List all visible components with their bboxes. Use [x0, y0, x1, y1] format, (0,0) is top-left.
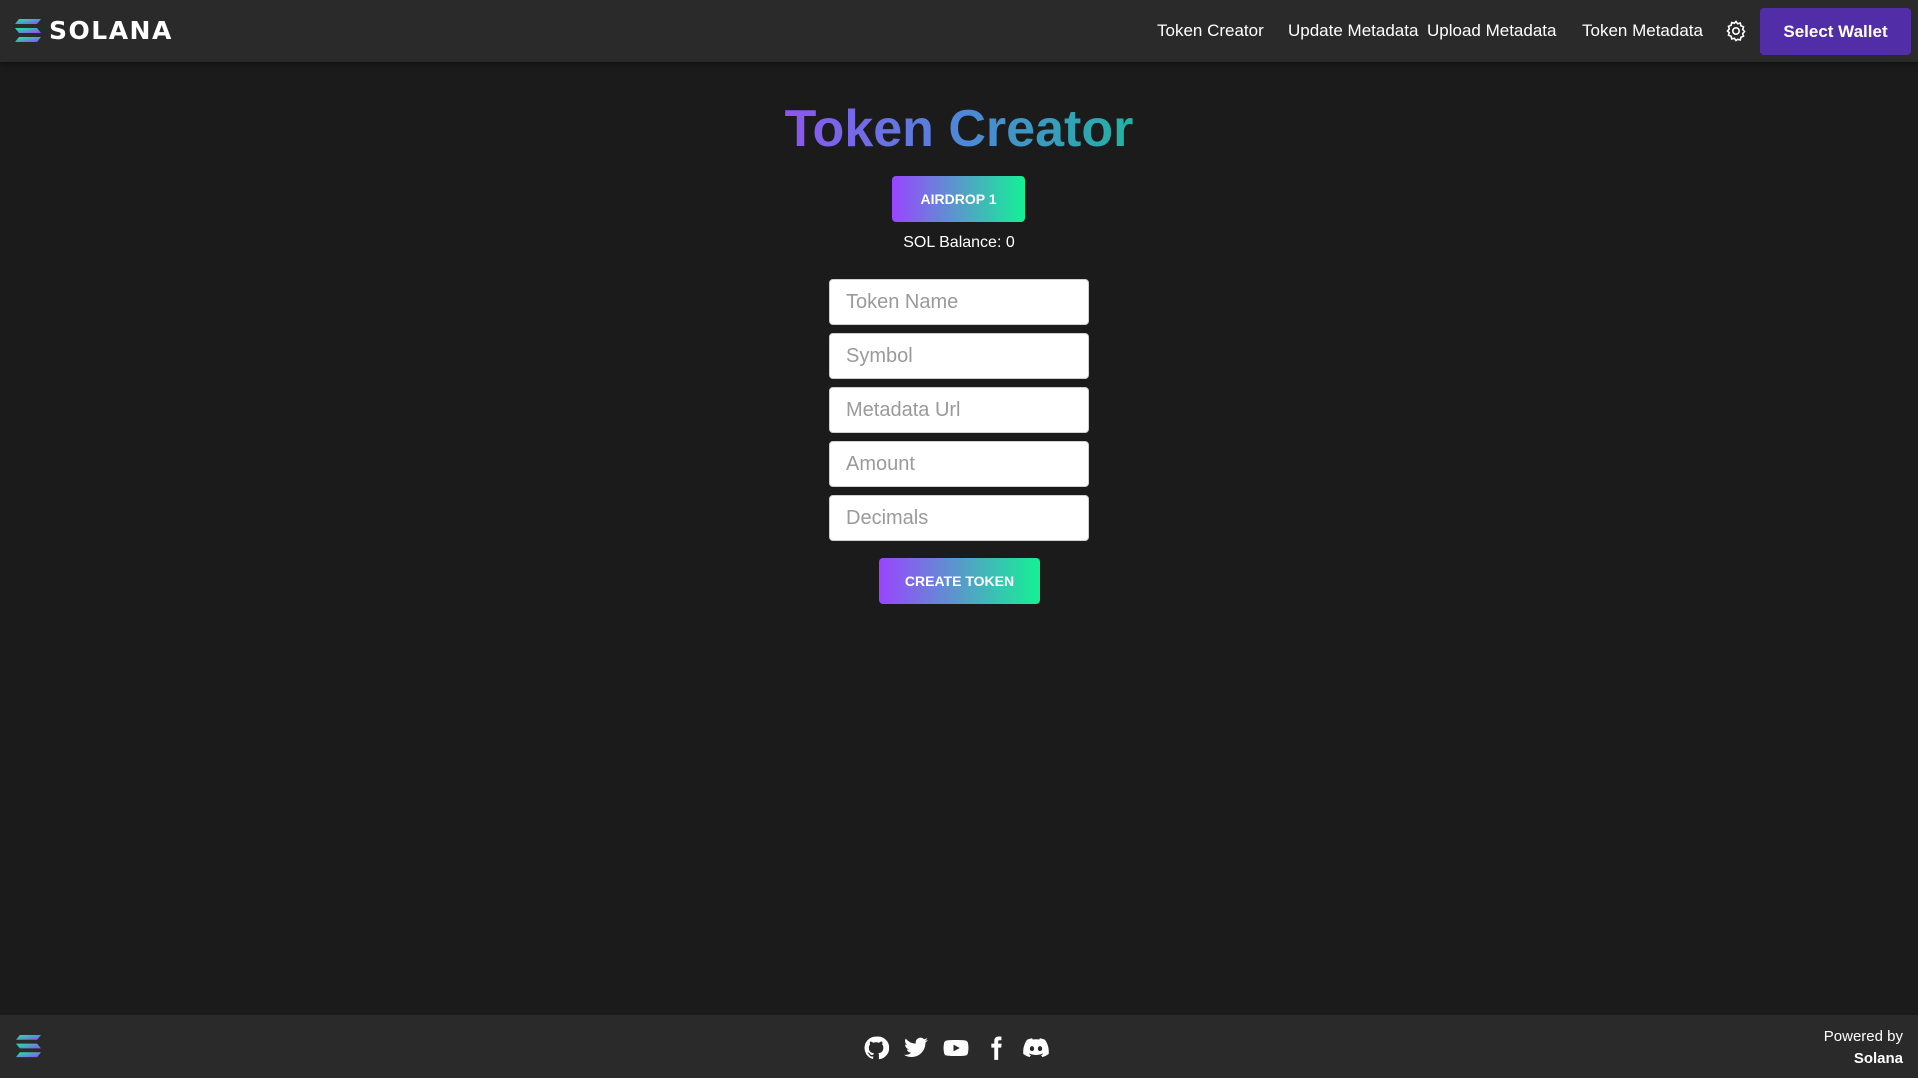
nav-link-token-creator[interactable]: Token Creator: [1157, 21, 1264, 41]
solana-logo-icon: [15, 18, 41, 42]
airdrop-button[interactable]: AIRDROP 1: [892, 176, 1025, 222]
decimals-input[interactable]: [829, 495, 1089, 541]
twitter-icon[interactable]: [903, 1035, 929, 1061]
nav-link-token-metadata[interactable]: Token Metadata: [1582, 21, 1703, 41]
title-container: Token Creator: [0, 96, 1918, 162]
powered-by-label: Powered by: [1823, 1028, 1903, 1045]
create-token-button[interactable]: CREATE TOKEN: [879, 558, 1040, 604]
powered-by: Powered by Solana: [1824, 1026, 1903, 1070]
nav-link-update-metadata[interactable]: Update Metadata: [1288, 21, 1418, 41]
footer: Powered by Solana: [0, 1015, 1918, 1078]
sol-balance: SOL Balance: 0: [903, 234, 1015, 251]
amount-input[interactable]: [829, 441, 1089, 487]
gear-icon[interactable]: [1724, 19, 1748, 43]
symbol-input[interactable]: [829, 333, 1089, 379]
discord-icon[interactable]: [1023, 1035, 1049, 1061]
top-navbar: SOLANA Token Creator Update Metadata Upl…: [0, 0, 1918, 62]
solana-logo-icon[interactable]: [15, 1034, 42, 1059]
powered-by-name: Solana: [1853, 1050, 1903, 1067]
metadata-url-input[interactable]: [829, 387, 1089, 433]
nav-link-upload-metadata[interactable]: Upload Metadata: [1427, 21, 1556, 41]
facebook-icon[interactable]: [983, 1035, 1009, 1061]
youtube-icon[interactable]: [943, 1035, 969, 1061]
brand-name: SOLANA: [49, 16, 173, 45]
page-title: Token Creator: [785, 96, 1134, 162]
token-name-input[interactable]: [829, 279, 1089, 325]
brand[interactable]: SOLANA: [14, 16, 173, 45]
github-icon[interactable]: [863, 1035, 889, 1061]
select-wallet-button[interactable]: Select Wallet: [1760, 8, 1911, 55]
